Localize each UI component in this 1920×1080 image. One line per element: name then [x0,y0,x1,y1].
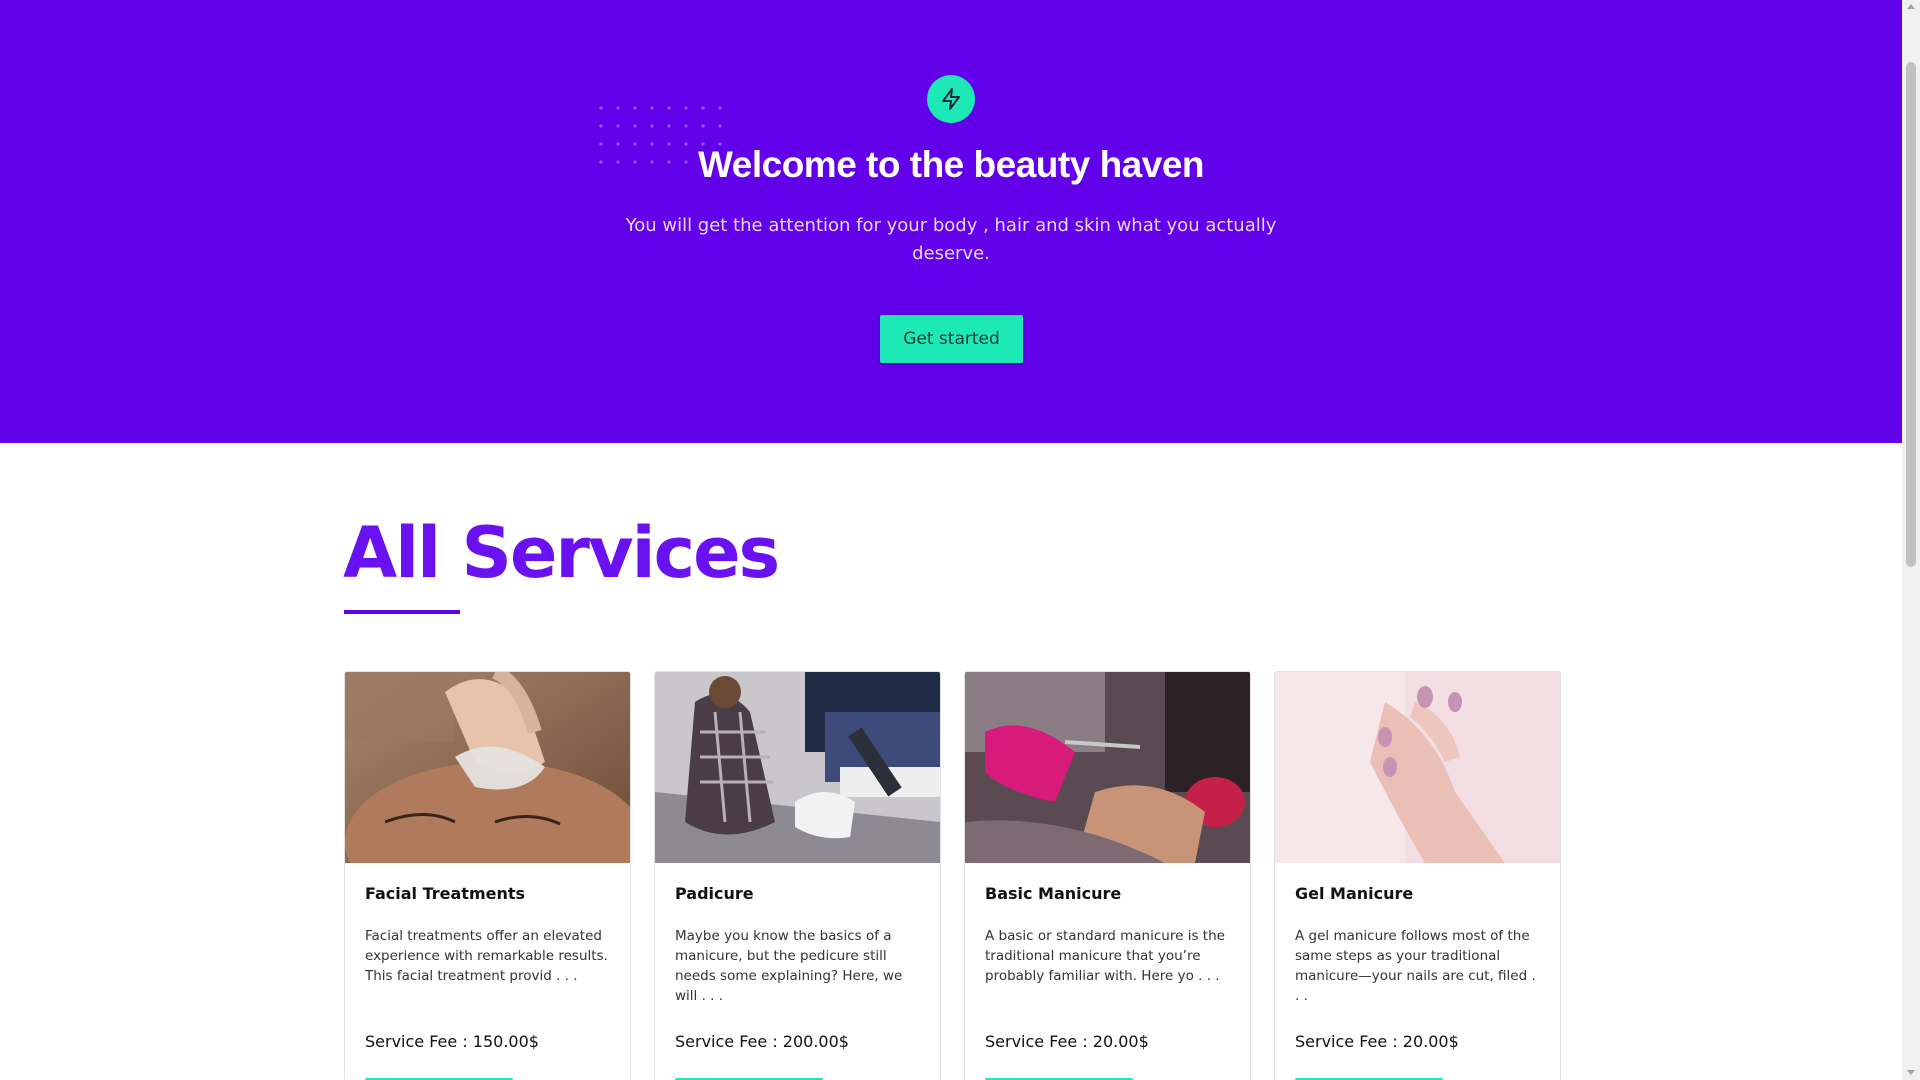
service-description: A gel manicure follows most of the same … [1295,928,1536,1004]
pedicure-photo [655,672,940,863]
scrollbar-thumb[interactable] [1906,62,1916,567]
service-card-gel-manicure[interactable]: Gel Manicure A gel manicure follows most… [1274,671,1561,1080]
hero-subtitle: You will get the attention for your body… [625,215,1277,264]
hero-title: Welcome to the beauty haven [698,144,1205,185]
service-description: Facial treatments offer an elevated expe… [365,928,608,984]
service-name: Padicure [675,884,754,903]
service-description: A basic or standard manicure is the trad… [985,928,1225,984]
service-name: Gel Manicure [1295,884,1414,903]
service-fee: Service Fee : 20.00$ [1295,1032,1459,1051]
page: Welcome to the beauty haven You will get… [0,0,1920,1080]
service-description: Maybe you know the basics of a manicure,… [675,928,903,1004]
basic-manicure-photo [965,672,1250,863]
service-name: Facial Treatments [365,884,526,903]
get-started-button[interactable]: Get started [880,315,1023,363]
service-fee: Service Fee : 20.00$ [985,1032,1149,1051]
service-name: Basic Manicure [985,884,1122,903]
service-card-padicure[interactable]: Padicure Maybe you know the basics of a … [654,671,941,1080]
scroll-up-arrow-icon[interactable] [1907,4,1915,9]
scroll-down-arrow-icon[interactable] [1907,1070,1915,1075]
service-fee: Service Fee : 200.00$ [675,1032,849,1051]
service-card-facial-treatments[interactable]: Facial Treatments Facial treatments offe… [344,671,631,1080]
lightning-bolt-icon [927,75,975,123]
heading-underline [344,610,460,614]
page-scrollbar[interactable] [1902,0,1920,1080]
hero-section: Welcome to the beauty haven You will get… [0,0,1902,443]
gel-manicure-photo [1275,672,1560,863]
service-card-basic-manicure[interactable]: Basic Manicure A basic or standard manic… [964,671,1251,1080]
facial-treatment-photo [345,672,630,863]
service-fee: Service Fee : 150.00$ [365,1032,539,1051]
services-heading: All Services [343,512,780,594]
